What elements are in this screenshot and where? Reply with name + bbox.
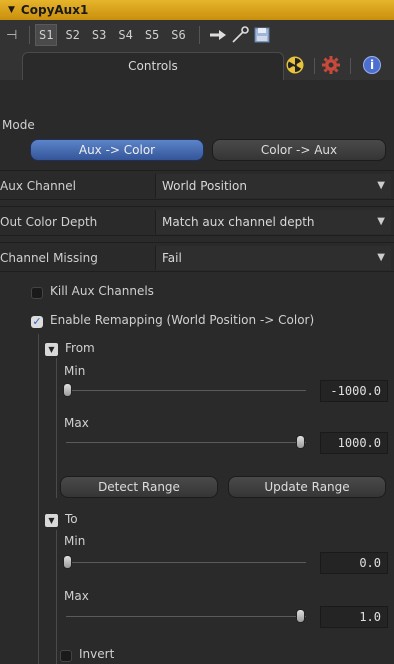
mode-color-to-aux-button[interactable]: Color -> Aux <box>212 139 386 161</box>
toolbar: ⊣ S1 S2 S3 S4 S5 S6 <box>0 20 394 50</box>
gear-icon[interactable] <box>322 56 340 74</box>
slot-s5[interactable]: S5 <box>141 24 163 46</box>
out-color-depth-label: Out Color Depth <box>0 215 98 229</box>
to-min-slider-track[interactable] <box>66 562 306 563</box>
aux-channel-value: World Position <box>162 179 247 193</box>
out-color-depth-value: Match aux channel depth <box>162 215 315 229</box>
from-min-input[interactable]: -1000.0 <box>320 380 388 402</box>
update-range-button[interactable]: Update Range <box>228 476 386 498</box>
channel-missing-value: Fail <box>162 251 182 265</box>
invert-checkbox[interactable] <box>60 650 72 662</box>
from-indent-line <box>56 358 57 498</box>
chevron-down-icon: ▼ <box>377 252 385 263</box>
from-min-slider-handle[interactable] <box>63 383 72 397</box>
to-min-slider-handle[interactable] <box>63 555 72 569</box>
radioactive-icon[interactable] <box>286 56 304 74</box>
from-min-label: Min <box>64 364 86 378</box>
to-min-label: Min <box>64 534 86 548</box>
slot-s4[interactable]: S4 <box>114 24 136 46</box>
to-indent-line <box>56 530 57 664</box>
to-min-input[interactable]: 0.0 <box>320 552 388 574</box>
tool-header[interactable]: ▼ CopyAux1 <box>0 0 394 20</box>
from-max-slider-handle[interactable] <box>296 435 305 449</box>
tab-bar: Controls i <box>0 50 394 80</box>
kill-aux-checkbox[interactable] <box>31 287 43 299</box>
toolbar-divider <box>29 26 30 44</box>
from-max-slider-track[interactable] <box>66 442 306 443</box>
slot-s2[interactable]: S2 <box>61 24 83 46</box>
out-color-depth-row: Out Color Depth Match aux channel depth … <box>0 206 394 236</box>
channel-missing-label: Channel Missing <box>0 251 98 265</box>
info-icon[interactable]: i <box>363 56 381 74</box>
tab-controls[interactable]: Controls <box>22 52 284 80</box>
to-max-label: Max <box>64 589 89 603</box>
tool-title: CopyAux1 <box>20 3 89 17</box>
collapse-arrow-icon[interactable]: ▼ <box>8 5 15 15</box>
to-max-input[interactable]: 1.0 <box>320 606 388 628</box>
to-label: To <box>65 512 78 526</box>
from-collapse-icon[interactable]: ▼ <box>45 343 58 356</box>
enable-remapping-checkbox[interactable]: ✓ <box>31 316 43 328</box>
to-collapse-icon[interactable]: ▼ <box>45 514 58 527</box>
enable-remapping-label: Enable Remapping (World Position -> Colo… <box>50 313 315 327</box>
chevron-down-icon: ▼ <box>377 180 385 191</box>
link-icon[interactable] <box>231 26 249 44</box>
aux-channel-dropdown[interactable]: World Position ▼ <box>155 174 391 198</box>
channel-missing-dropdown[interactable]: Fail ▼ <box>155 246 391 270</box>
aux-channel-row: Aux Channel World Position ▼ <box>0 170 394 200</box>
slot-s6[interactable]: S6 <box>167 24 189 46</box>
kill-aux-label: Kill Aux Channels <box>50 284 154 298</box>
tab-divider <box>350 58 351 74</box>
from-label: From <box>65 341 95 355</box>
from-max-input[interactable]: 1000.0 <box>320 432 388 454</box>
from-min-slider-track[interactable] <box>66 390 306 391</box>
save-icon[interactable] <box>253 26 271 44</box>
chevron-down-icon: ▼ <box>377 216 385 227</box>
out-color-depth-dropdown[interactable]: Match aux channel depth ▼ <box>155 210 391 234</box>
arrow-right-icon[interactable] <box>209 26 227 44</box>
channel-missing-row: Channel Missing Fail ▼ <box>0 242 394 272</box>
slot-s1[interactable]: S1 <box>35 24 58 46</box>
invert-label: Invert <box>79 647 115 661</box>
mode-label: Mode <box>2 118 35 132</box>
detect-range-button[interactable]: Detect Range <box>60 476 218 498</box>
group-indent-line <box>38 334 39 664</box>
to-max-slider-track[interactable] <box>66 616 306 617</box>
pin-icon[interactable]: ⊣ <box>6 28 24 43</box>
toolbar-divider <box>198 26 200 44</box>
tab-divider <box>314 58 315 74</box>
from-max-label: Max <box>64 416 89 430</box>
to-max-slider-handle[interactable] <box>296 609 305 623</box>
slot-s3[interactable]: S3 <box>88 24 110 46</box>
mode-aux-to-color-button[interactable]: Aux -> Color <box>30 139 204 161</box>
aux-channel-label: Aux Channel <box>0 179 76 193</box>
